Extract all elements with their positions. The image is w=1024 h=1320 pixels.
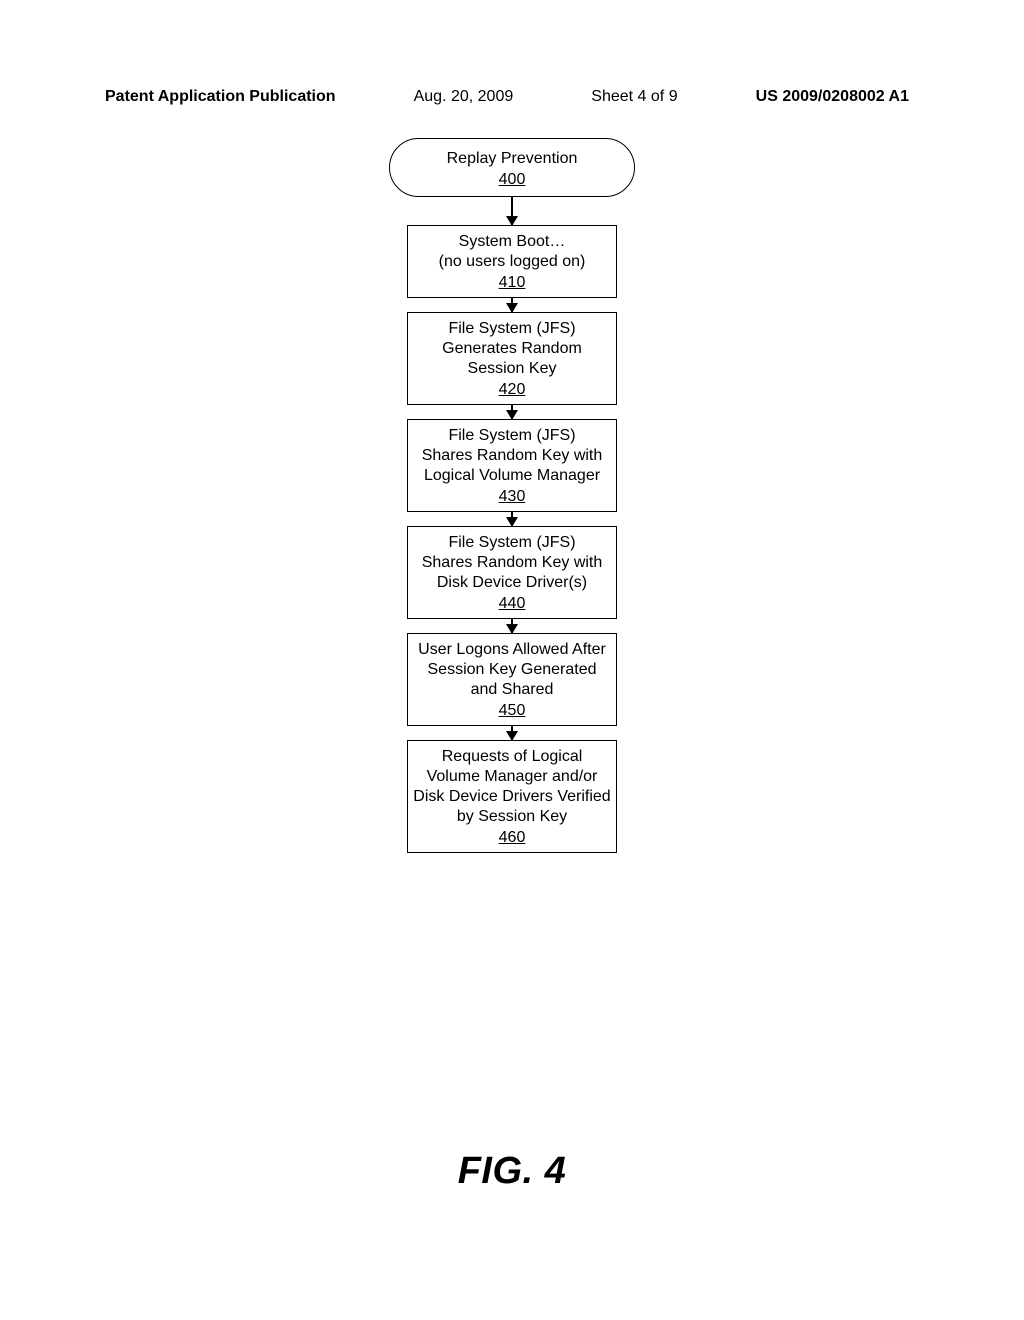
- node-text: Shares Random Key with: [412, 446, 612, 466]
- node-ref: 400: [499, 170, 526, 190]
- node-ref: 430: [499, 487, 526, 507]
- arrow-icon: [511, 619, 513, 633]
- node-text: Volume Manager and/or: [412, 767, 612, 787]
- document-number: US 2009/0208002 A1: [756, 88, 909, 106]
- sheet-number: Sheet 4 of 9: [591, 88, 677, 106]
- node-text: (no users logged on): [412, 252, 612, 272]
- arrow-icon: [511, 405, 513, 419]
- node-text: Logical Volume Manager: [412, 466, 612, 486]
- flow-node-450: User Logons Allowed After Session Key Ge…: [407, 633, 617, 726]
- node-text: Generates Random: [412, 339, 612, 359]
- node-ref: 410: [499, 273, 526, 293]
- node-text: Session Key: [412, 359, 612, 379]
- node-text: File System (JFS): [412, 533, 612, 553]
- flow-node-460: Requests of Logical Volume Manager and/o…: [407, 740, 617, 853]
- node-text: by Session Key: [412, 807, 612, 827]
- node-ref: 460: [499, 828, 526, 848]
- node-ref: 420: [499, 380, 526, 400]
- node-text: Replay Prevention: [396, 149, 628, 169]
- patent-page: Patent Application Publication Aug. 20, …: [0, 0, 1024, 1320]
- flow-node-410: System Boot… (no users logged on) 410: [407, 225, 617, 298]
- node-ref: 440: [499, 594, 526, 614]
- node-text: File System (JFS): [412, 319, 612, 339]
- arrow-icon: [511, 726, 513, 740]
- node-text: Disk Device Driver(s): [412, 573, 612, 593]
- publication-label: Patent Application Publication: [105, 88, 336, 106]
- node-text: Requests of Logical: [412, 747, 612, 767]
- node-text: Session Key Generated: [412, 660, 612, 680]
- node-text: Disk Device Drivers Verified: [412, 787, 612, 807]
- arrow-icon: [511, 512, 513, 526]
- publication-date: Aug. 20, 2009: [414, 88, 514, 106]
- flow-node-420: File System (JFS) Generates Random Sessi…: [407, 312, 617, 405]
- node-text: User Logons Allowed After: [412, 640, 612, 660]
- page-header: Patent Application Publication Aug. 20, …: [0, 88, 1024, 106]
- node-text: Shares Random Key with: [412, 553, 612, 573]
- node-text: and Shared: [412, 680, 612, 700]
- flow-node-400: Replay Prevention 400: [389, 138, 635, 197]
- flow-node-430: File System (JFS) Shares Random Key with…: [407, 419, 617, 512]
- flowchart: Replay Prevention 400 System Boot… (no u…: [392, 138, 632, 853]
- node-ref: 450: [499, 701, 526, 721]
- node-text: System Boot…: [412, 232, 612, 252]
- arrow-icon: [511, 298, 513, 312]
- flow-node-440: File System (JFS) Shares Random Key with…: [407, 526, 617, 619]
- arrow-icon: [511, 197, 513, 225]
- figure-label: FIG. 4: [458, 1150, 567, 1193]
- node-text: File System (JFS): [412, 426, 612, 446]
